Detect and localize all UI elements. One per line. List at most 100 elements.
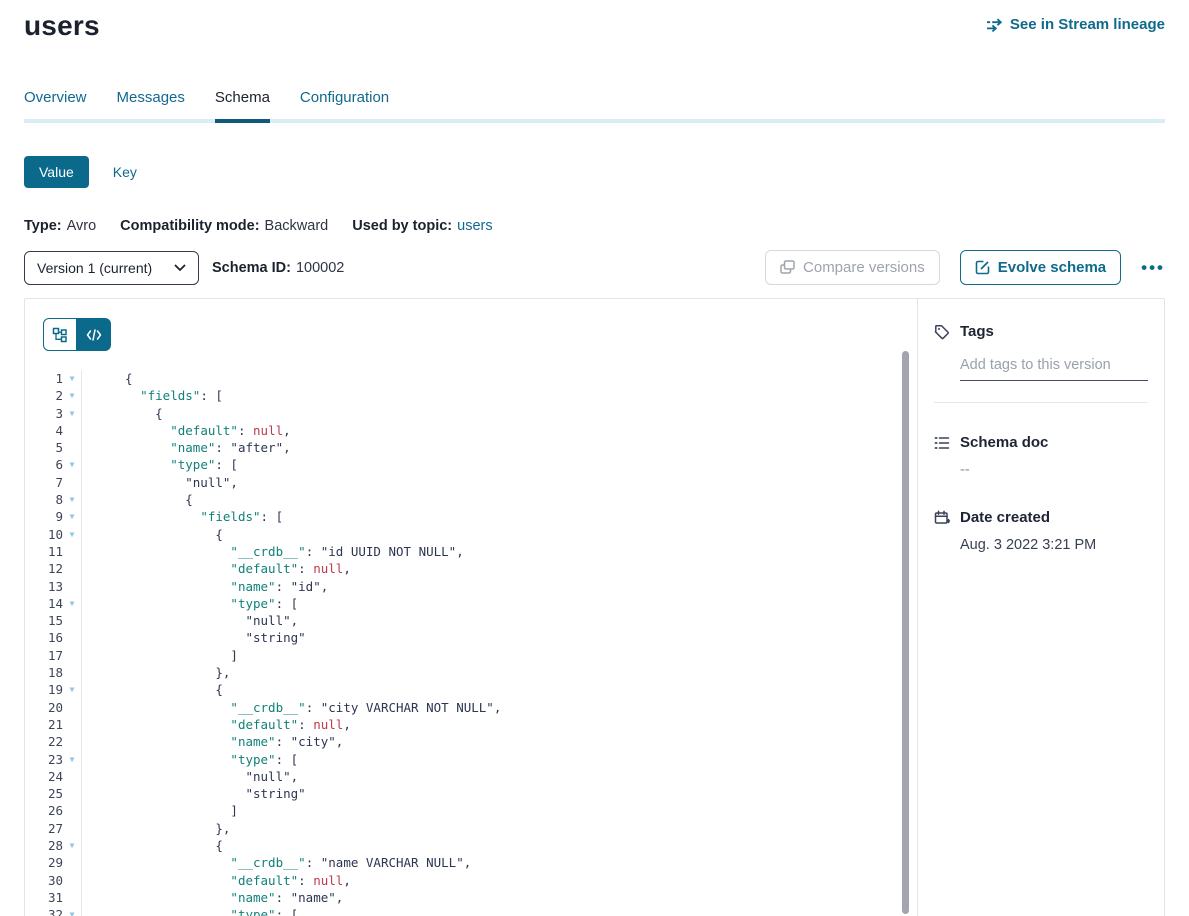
tab-schema[interactable]: Schema [215,89,270,119]
code-text: "name": "city", [81,733,917,750]
code-line: 23▼ "type": [ [25,751,917,768]
fold-toggle-icon[interactable]: ▼ [63,837,81,854]
add-tags-input[interactable] [960,357,1148,381]
version-bar: Version 1 (current) Schema ID: 100002 Com… [24,250,1165,285]
code-view-icon [86,329,102,341]
fold-toggle-icon[interactable]: ▼ [63,387,81,404]
line-number: 22 [25,733,63,750]
fold-spacer [63,422,81,439]
tab-configuration[interactable]: Configuration [300,89,389,119]
code-line: 3▼ { [25,405,917,422]
fold-toggle-icon[interactable]: ▼ [63,405,81,422]
code-text: { [81,837,917,854]
line-number: 6 [25,456,63,473]
code-line: 18 }, [25,664,917,681]
type-value: Avro [67,218,97,234]
more-options-button[interactable]: ••• [1141,259,1165,276]
evolve-schema-button[interactable]: Evolve schema [960,250,1121,285]
line-number: 24 [25,768,63,785]
line-number: 21 [25,716,63,733]
version-select[interactable]: Version 1 (current) [24,251,199,285]
code-text: "default": null, [81,872,917,889]
used-by-topic-label: Used by topic: [352,218,452,234]
fold-toggle-icon[interactable]: ▼ [63,595,81,612]
code-line: 13 "name": "id", [25,578,917,595]
edit-icon [975,260,990,275]
fold-spacer [63,768,81,785]
fold-spacer [63,785,81,802]
line-number: 28 [25,837,63,854]
fold-spacer [63,854,81,871]
code-view-button[interactable] [77,318,111,351]
schema-id-label: Schema ID: [212,260,291,276]
code-text: { [81,370,917,387]
fold-spacer [63,664,81,681]
code-scrollbar[interactable] [902,351,909,914]
fold-spacer [63,474,81,491]
code-line: 26 ] [25,802,917,819]
schema-doc-value: -- [960,462,1148,478]
line-number: 11 [25,543,63,560]
code-line: 31 "name": "name", [25,889,917,906]
code-text: { [81,405,917,422]
code-text: "__crdb__": "id UUID NOT NULL", [81,543,917,560]
line-number: 16 [25,629,63,646]
schema-id-value: 100002 [296,260,344,276]
code-text: "string" [81,629,917,646]
fold-toggle-icon[interactable]: ▼ [63,508,81,525]
code-text: }, [81,664,917,681]
code-line: 1▼ { [25,370,917,387]
key-toggle-button[interactable]: Key [113,164,137,180]
see-in-stream-lineage-link[interactable]: See in Stream lineage [986,16,1165,33]
code-line: 4 "default": null, [25,422,917,439]
line-number: 20 [25,699,63,716]
schema-panel: 1▼ {2▼ "fields": [3▼ {4 "default": null,… [24,298,1165,916]
code-line: 2▼ "fields": [ [25,387,917,404]
compare-versions-button[interactable]: Compare versions [765,250,940,285]
code-line: 5 "name": "after", [25,439,917,456]
schema-source-viewer[interactable]: 1▼ {2▼ "fields": [3▼ {4 "default": null,… [25,370,917,916]
fold-toggle-icon[interactable]: ▼ [63,456,81,473]
evolve-schema-label: Evolve schema [998,259,1106,276]
code-text: "default": null, [81,560,917,577]
tags-heading-label: Tags [960,323,994,340]
fold-toggle-icon[interactable]: ▼ [63,751,81,768]
fold-toggle-icon[interactable]: ▼ [63,681,81,698]
code-text: }, [81,820,917,837]
value-key-toggle: Value Key [24,156,1165,188]
calendar-plus-icon [934,510,950,526]
code-text: "name": "after", [81,439,917,456]
code-line: 27 }, [25,820,917,837]
tree-view-button[interactable] [43,318,77,351]
code-line: 24 "null", [25,768,917,785]
line-number: 31 [25,889,63,906]
fold-toggle-icon[interactable]: ▼ [63,906,81,916]
fold-toggle-icon[interactable]: ▼ [63,370,81,387]
line-number: 1 [25,370,63,387]
schema-meta-row: Type:Avro Compatibility mode:Backward Us… [24,218,1165,234]
compatibility-field: Compatibility mode:Backward [120,218,328,234]
code-text: "fields": [ [81,508,917,525]
fold-spacer [63,647,81,664]
tree-view-icon [52,327,68,343]
view-mode-toggle [43,318,111,351]
line-number: 17 [25,647,63,664]
fold-toggle-icon[interactable]: ▼ [63,491,81,508]
fold-spacer [63,802,81,819]
tab-messages[interactable]: Messages [117,89,185,119]
code-text: "string" [81,785,917,802]
compatibility-value: Backward [265,218,329,234]
stream-lineage-icon [986,18,1003,32]
fold-toggle-icon[interactable]: ▼ [63,526,81,543]
code-text: { [81,526,917,543]
schema-sidebar: Tags Schema doc -- [917,299,1164,916]
line-number: 4 [25,422,63,439]
line-number: 15 [25,612,63,629]
fold-spacer [63,716,81,733]
line-number: 26 [25,802,63,819]
code-line: 12 "default": null, [25,560,917,577]
code-line: 21 "default": null, [25,716,917,733]
topic-link[interactable]: users [457,218,492,234]
value-toggle-button[interactable]: Value [24,156,89,188]
tab-overview[interactable]: Overview [24,89,87,119]
